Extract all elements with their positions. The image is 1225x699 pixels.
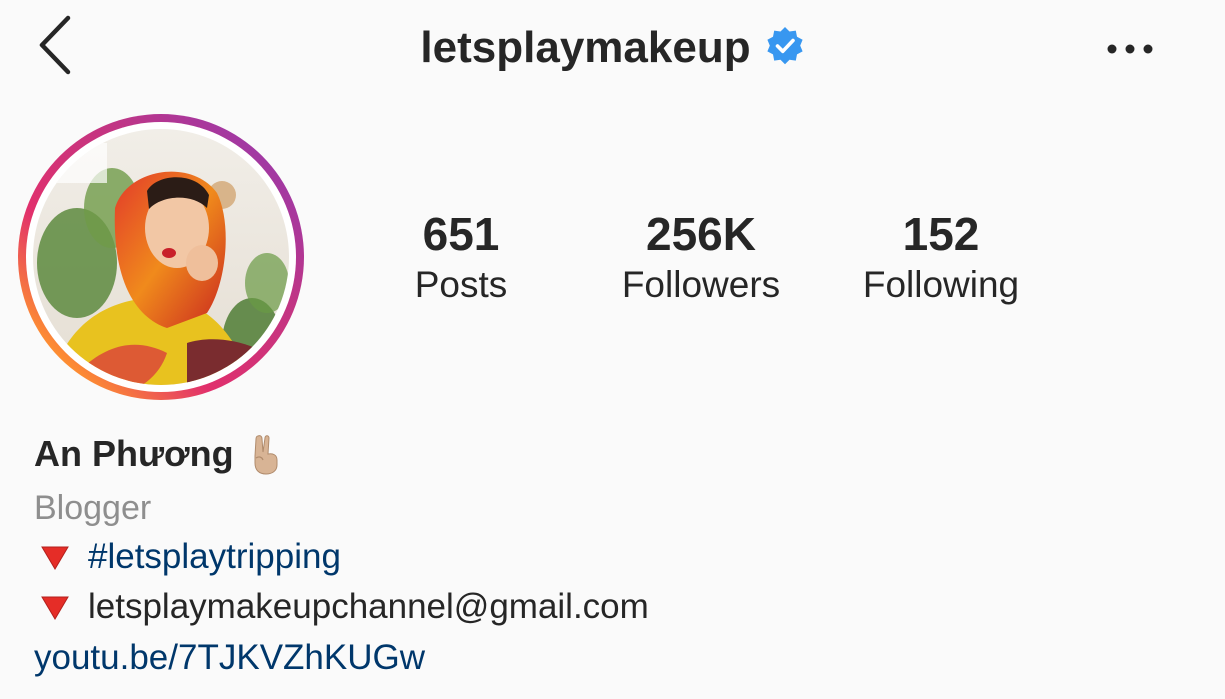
red-triangle-down-icon <box>41 596 69 620</box>
stat-followers[interactable]: 256K Followers <box>581 205 821 307</box>
profile-category: Blogger <box>34 489 152 527</box>
more-horizontal-icon <box>1107 44 1153 54</box>
hashtag-link[interactable]: #letsplaytripping <box>88 532 341 582</box>
profile-external-link[interactable]: youtu.be/7TJKVZhKUGw <box>34 632 1194 684</box>
profile-name-row: An Phương <box>34 428 1194 480</box>
stat-following-label: Following <box>862 264 1020 305</box>
stat-followers-label: Followers <box>621 264 781 305</box>
stat-posts-value: 651 <box>422 208 500 260</box>
profile-avatar[interactable] <box>17 113 305 401</box>
stat-following-value: 152 <box>902 208 980 260</box>
stat-followers-value: 256K <box>646 208 756 260</box>
profile-page: letsplaymakeup 651 Posts 256K Followers … <box>0 0 1225 699</box>
stat-posts[interactable]: 651 Posts <box>341 205 581 307</box>
avatar-photo <box>18 114 304 400</box>
verified-badge-icon <box>766 27 803 65</box>
more-options-button[interactable] <box>1100 34 1160 64</box>
red-triangle-down-icon <box>41 546 69 570</box>
profile-name: An Phương <box>34 433 234 474</box>
bio-line-hashtag: #letsplaytripping <box>34 532 1194 582</box>
username: letsplaymakeup <box>420 23 751 72</box>
stat-posts-label: Posts <box>414 264 508 305</box>
email-text: letsplaymakeupchannel@gmail.com <box>88 587 649 626</box>
stat-following[interactable]: 152 Following <box>821 205 1061 307</box>
profile-username-title: letsplaymakeup <box>0 18 1225 78</box>
victory-hand-icon <box>254 435 278 475</box>
bio-line-email: letsplaymakeupchannel@gmail.com <box>34 582 1194 632</box>
profile-bio: An Phương Blogger #letsplaytripping lets… <box>34 428 1194 684</box>
